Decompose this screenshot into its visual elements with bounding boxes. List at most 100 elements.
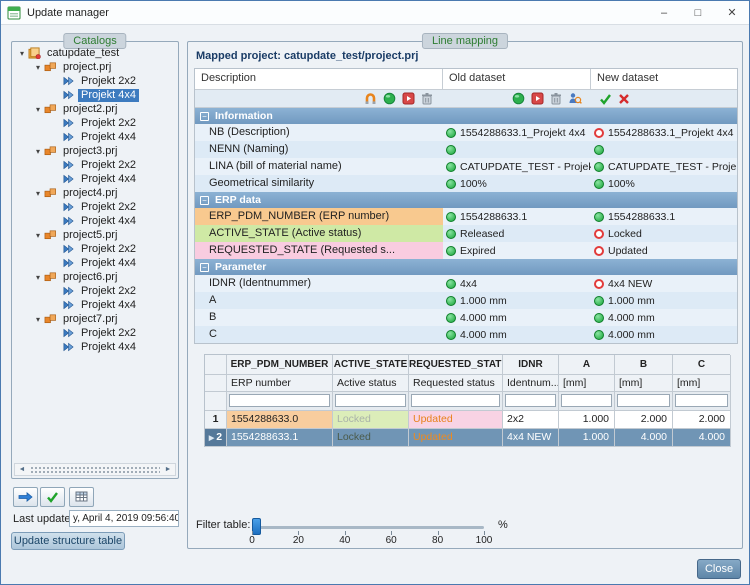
column-description[interactable]: Description <box>195 69 443 89</box>
tree-item-part[interactable]: Projekt 4x4 <box>15 130 175 144</box>
table-cell[interactable]: Locked <box>333 429 409 447</box>
close-button[interactable]: Close <box>697 559 741 579</box>
mapping-row[interactable]: C 4.000 mm 4.000 mm <box>195 326 737 343</box>
column-header[interactable]: B <box>615 355 673 375</box>
table-cell[interactable]: 4.000 <box>615 429 673 447</box>
collapse-icon[interactable]: ▾ <box>33 105 43 114</box>
scroll-left-icon[interactable]: ◄ <box>17 466 27 473</box>
filter-slider[interactable]: 0 20 40 60 80 100 <box>252 516 484 546</box>
tree-item-part[interactable]: Projekt 2x2 <box>15 74 175 88</box>
column-header[interactable]: IDNR <box>503 355 559 375</box>
tree-item-part[interactable]: Projekt 4x4 <box>15 214 175 228</box>
column-filter-input[interactable] <box>505 394 556 407</box>
table-cell[interactable]: 2x2 <box>503 411 559 429</box>
column-header[interactable]: ACTIVE_STATE <box>333 355 409 375</box>
tree-item-project[interactable]: ▾ project.prj <box>15 60 175 74</box>
apply-update-button[interactable] <box>13 487 38 507</box>
title-bar[interactable]: Update manager – □ ✕ <box>1 1 749 25</box>
table-cell[interactable]: 1.000 <box>559 411 615 429</box>
mapping-row[interactable]: ERP_PDM_NUMBER (ERP number) 1554288633.1… <box>195 208 737 225</box>
mapping-row[interactable]: NENN (Naming) <box>195 141 737 158</box>
confirm-button[interactable] <box>40 487 65 507</box>
collapse-icon[interactable]: ▾ <box>33 231 43 240</box>
tree-item-part[interactable]: Projekt 2x2 <box>15 158 175 172</box>
table-cell[interactable]: 2.000 <box>615 411 673 429</box>
table-cell[interactable]: Updated <box>409 411 503 429</box>
mapping-row[interactable]: IDNR (Identnummer) 4x4 4x4 NEW <box>195 275 737 292</box>
tree-item-project[interactable]: ▾ project2.prj <box>15 102 175 116</box>
column-filter-input[interactable] <box>411 394 500 407</box>
table-cell[interactable]: 4x4 NEW <box>503 429 559 447</box>
collapse-minus-icon[interactable]: − <box>200 196 209 205</box>
table-cell[interactable]: 1554288633.1 <box>227 429 333 447</box>
red-export-icon[interactable] <box>400 91 416 107</box>
collapse-icon[interactable]: ▾ <box>33 189 43 198</box>
mapping-row[interactable]: B 4.000 mm 4.000 mm <box>195 309 737 326</box>
green-status-icon[interactable] <box>510 91 526 107</box>
collapse-minus-icon[interactable]: − <box>200 263 209 272</box>
tree-item-part[interactable]: Projekt 4x4 <box>15 298 175 312</box>
magnet-icon[interactable] <box>362 91 378 107</box>
section-header-information[interactable]: − Information <box>195 108 737 124</box>
scroll-right-icon[interactable]: ► <box>163 466 173 473</box>
collapse-icon[interactable]: ▾ <box>33 147 43 156</box>
tree-item-part[interactable]: Projekt 2x2 <box>15 200 175 214</box>
collapse-icon[interactable]: ▾ <box>33 315 43 324</box>
tree-item-project[interactable]: ▾ project7.prj <box>15 312 175 326</box>
tree-item-project[interactable]: ▾ project5.prj <box>15 228 175 242</box>
column-old-dataset[interactable]: Old dataset <box>443 69 591 89</box>
column-header[interactable]: ERP_PDM_NUMBER <box>227 355 333 375</box>
table-cell[interactable]: 4.000 <box>673 429 731 447</box>
export-table-button[interactable] <box>69 487 94 507</box>
collapse-minus-icon[interactable]: − <box>200 112 209 121</box>
column-filter-input[interactable] <box>229 394 330 407</box>
tree-item-part[interactable]: Projekt 2x2 <box>15 284 175 298</box>
tree-horizontal-scrollbar[interactable]: ◄ ► <box>14 463 176 476</box>
mapping-row[interactable]: ACTIVE_STATE (Active status) Released Lo… <box>195 225 737 242</box>
red-export-icon[interactable] <box>529 91 545 107</box>
delete-icon[interactable] <box>548 91 564 107</box>
tree-item-part[interactable]: Projekt 4x4 <box>15 340 175 354</box>
maximize-icon[interactable]: □ <box>681 1 715 24</box>
tree-item-part[interactable]: Projekt 2x2 <box>15 326 175 340</box>
collapse-icon[interactable]: ▾ <box>33 63 43 72</box>
column-filter-input[interactable] <box>675 394 728 407</box>
update-structure-table-button[interactable]: Update structure table <box>11 532 125 550</box>
tree-item-root[interactable]: ▾ catupdate_test <box>15 46 175 60</box>
section-header-parameter[interactable]: − Parameter <box>195 259 737 275</box>
slider-track[interactable] <box>252 526 484 529</box>
mapping-row[interactable]: REQUESTED_STATE (Requested s... Expired … <box>195 242 737 259</box>
column-header[interactable]: C <box>673 355 731 375</box>
delete-icon[interactable] <box>419 91 435 107</box>
mapping-row[interactable]: NB (Description) 1554288633.1_Projekt 4x… <box>195 124 737 141</box>
table-cell[interactable]: 1.000 <box>559 429 615 447</box>
table-cell[interactable]: Updated <box>409 429 503 447</box>
scrollbar-track[interactable] <box>30 466 160 473</box>
column-filter-input[interactable] <box>561 394 612 407</box>
table-cell[interactable]: 1554288633.0 <box>227 411 333 429</box>
slider-thumb[interactable] <box>252 518 261 535</box>
tree-item-part[interactable]: Projekt 4x4 <box>15 256 175 270</box>
tree-item-part-selected[interactable]: Projekt 4x4 <box>15 88 175 102</box>
column-header[interactable]: REQUESTED_STATE <box>409 355 503 375</box>
tree-item-part[interactable]: Projekt 2x2 <box>15 116 175 130</box>
table-cell[interactable]: Locked <box>333 411 409 429</box>
section-header-erp-data[interactable]: − ERP data <box>195 192 737 208</box>
mapping-row[interactable]: LINA (bill of material name) CATUPDATE_T… <box>195 158 737 175</box>
mapping-row[interactable]: Geometrical similarity 100% 100% <box>195 175 737 192</box>
column-filter-input[interactable] <box>617 394 670 407</box>
catalog-tree[interactable]: ▾ catupdate_test ▾ project.prj Projekt 2… <box>15 46 175 460</box>
tree-item-part[interactable]: Projekt 2x2 <box>15 242 175 256</box>
tree-item-project[interactable]: ▾ project3.prj <box>15 144 175 158</box>
tree-item-project[interactable]: ▾ project4.prj <box>15 186 175 200</box>
mapping-row[interactable]: A 1.000 mm 1.000 mm <box>195 292 737 309</box>
reject-icon[interactable] <box>616 91 632 107</box>
tree-item-part[interactable]: Projekt 4x4 <box>15 172 175 186</box>
last-update-field[interactable]: y, April 4, 2019 09:56:40 <box>69 510 179 527</box>
collapse-icon[interactable]: ▾ <box>17 49 27 58</box>
column-filter-input[interactable] <box>335 394 406 407</box>
accept-icon[interactable] <box>597 91 613 107</box>
tree-item-project[interactable]: ▾ project6.prj <box>15 270 175 284</box>
column-new-dataset[interactable]: New dataset <box>591 69 737 89</box>
collapse-icon[interactable]: ▾ <box>33 273 43 282</box>
